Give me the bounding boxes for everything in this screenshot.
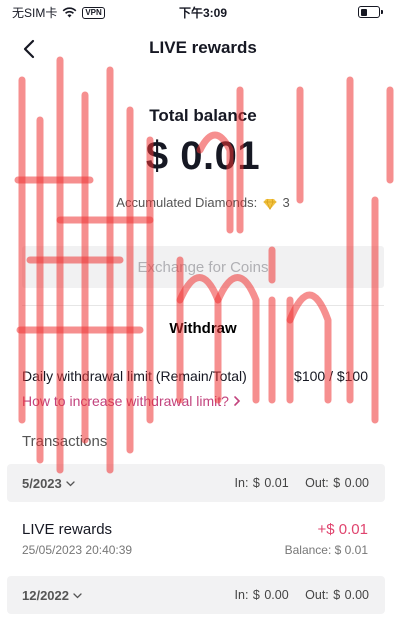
total-balance-label: Total balance [149, 106, 257, 125]
month-in-total: In: $ 0.00 [234, 588, 289, 602]
transaction-title: LIVE rewards [22, 521, 113, 538]
month-in-total: In: $ 0.01 [234, 476, 289, 490]
increase-limit-link[interactable]: How to increase withdrawal limit? [22, 393, 241, 409]
increase-limit-link-label: How to increase withdrawal limit? [22, 393, 229, 409]
transactions-heading: Transactions [22, 433, 108, 450]
diamond-icon [263, 198, 277, 210]
page-title: LIVE rewards [149, 38, 257, 57]
withdraw-button[interactable]: Withdraw [22, 314, 384, 342]
diamonds-label: Accumulated Diamonds: [116, 195, 258, 210]
month-header-row[interactable]: 12/2022 In: $ 0.00 Out: $ 0.00 [7, 576, 385, 614]
month-out-total: Out: $ 0.00 [305, 476, 369, 490]
chevron-down-icon [73, 592, 82, 598]
transaction-date: 25/05/2023 20:40:39 [22, 543, 133, 557]
status-time: 下午3:09 [178, 6, 228, 20]
month-label: 5/2023 [22, 476, 62, 491]
total-balance-amount: $ 0.01 [145, 134, 261, 178]
transaction-amount: +$ 0.01 [317, 521, 368, 538]
month-out-total: Out: $ 0.00 [305, 588, 369, 602]
status-bar: 无SIM卡 VPN 下午3:09 [0, 0, 406, 24]
exchange-for-coins-button[interactable]: Exchange for Coins [22, 246, 384, 288]
withdrawal-limit-value: $100 / $100 [294, 368, 368, 384]
transaction-balance: Balance: $ 0.01 [284, 543, 368, 557]
battery-icon [358, 6, 383, 18]
diamonds-count: 3 [282, 195, 290, 210]
month-label: 12/2022 [22, 588, 69, 603]
chevron-down-icon [66, 480, 75, 486]
divider [22, 305, 384, 306]
withdrawal-limit-label: Daily withdrawal limit (Remain/Total) [22, 368, 247, 384]
month-header-row[interactable]: 5/2023 In: $ 0.01 Out: $ 0.00 [7, 464, 385, 502]
accumulated-diamonds: Accumulated Diamonds: 3 [0, 195, 406, 210]
chevron-right-icon [234, 396, 241, 406]
